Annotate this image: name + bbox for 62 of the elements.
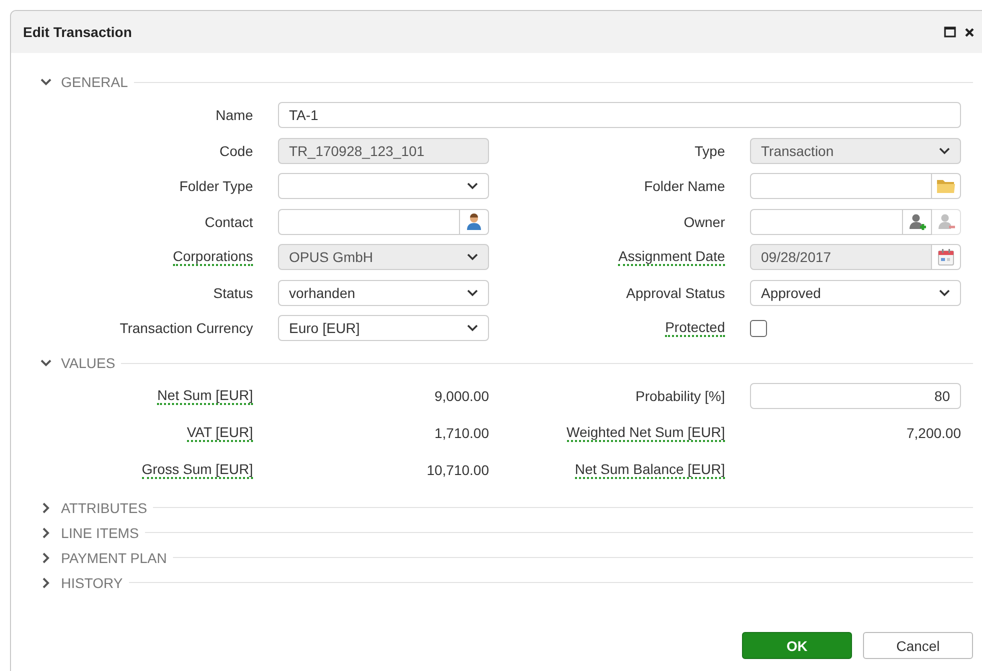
chevron-down-icon[interactable] <box>40 76 52 88</box>
person-button[interactable] <box>460 208 489 234</box>
cancel-button[interactable]: Cancel <box>863 632 973 659</box>
chevron-down-icon <box>467 324 478 332</box>
field-label: Transaction Currency <box>120 320 253 336</box>
field-label: Owner <box>684 214 725 230</box>
field-label: Approval Status <box>626 284 725 300</box>
folder-icon <box>936 178 956 194</box>
close-icon[interactable] <box>964 26 975 38</box>
field-label: Contact <box>204 214 253 230</box>
field-label: VAT [EUR] <box>186 424 253 442</box>
chevron-down-icon <box>467 253 478 261</box>
input-field[interactable] <box>750 173 932 199</box>
section-title[interactable]: PAYMENT PLAN <box>61 550 167 566</box>
chevron-right-icon[interactable] <box>40 526 52 538</box>
field-label: Assignment Date <box>618 248 725 266</box>
add-person-button[interactable] <box>903 208 932 234</box>
chevron-right-icon[interactable] <box>40 552 52 564</box>
dropdown[interactable]: Euro [EUR] <box>278 315 489 341</box>
field-label: Corporations <box>172 248 253 266</box>
chevron-right-icon[interactable] <box>40 576 52 588</box>
person-add-icon <box>908 212 926 230</box>
field-label: Gross Sum [EUR] <box>142 462 253 478</box>
field-label: Folder Type <box>179 178 253 194</box>
checkbox[interactable] <box>750 320 767 336</box>
field-label: Status <box>213 284 253 300</box>
chevron-right-icon[interactable] <box>40 502 52 514</box>
field-label: Weighted Net Sum [EUR] <box>566 424 725 442</box>
section-title[interactable]: GENERAL <box>61 74 128 90</box>
field-label: Probability [%] <box>636 388 725 404</box>
field-label: Net Sum Balance [EUR] <box>574 462 725 478</box>
chevron-down-icon <box>939 288 950 296</box>
field-label: Code <box>220 142 253 158</box>
chevron-down-icon <box>939 146 950 154</box>
chevron-down-icon <box>467 182 478 190</box>
section-title[interactable]: ATTRIBUTES <box>61 500 148 516</box>
value-text: 1,710.00 <box>434 425 489 441</box>
value-text: 7,200.00 <box>906 425 961 441</box>
input-field[interactable] <box>278 208 460 234</box>
calendar-icon <box>937 248 955 266</box>
maximize-icon[interactable] <box>944 26 956 38</box>
field-label: Net Sum [EUR] <box>157 388 253 404</box>
dropdown[interactable]: Approved <box>750 280 961 306</box>
dropdown[interactable]: vorhanden <box>278 280 489 306</box>
chevron-down-icon[interactable] <box>40 357 52 369</box>
field-label: Folder Name <box>644 178 725 194</box>
field-label: Protected <box>665 320 725 336</box>
input-field[interactable]: 80 <box>750 383 961 409</box>
field-label: Type <box>694 142 725 158</box>
input-field[interactable]: TA-1 <box>278 102 961 128</box>
section-title[interactable]: LINE ITEMS <box>61 524 139 540</box>
ok-button[interactable]: OK <box>742 632 852 659</box>
value-text: 10,710.00 <box>426 462 489 478</box>
section-title[interactable]: VALUES <box>61 355 116 371</box>
person-icon <box>465 212 483 230</box>
chevron-down-icon <box>467 288 478 296</box>
person-remove-icon <box>937 212 955 230</box>
value-text: 9,000.00 <box>434 388 489 404</box>
input-field[interactable] <box>750 208 903 234</box>
window-title: Edit Transaction <box>23 24 133 40</box>
field-label: Name <box>216 107 253 123</box>
section-title[interactable]: HISTORY <box>61 574 123 590</box>
